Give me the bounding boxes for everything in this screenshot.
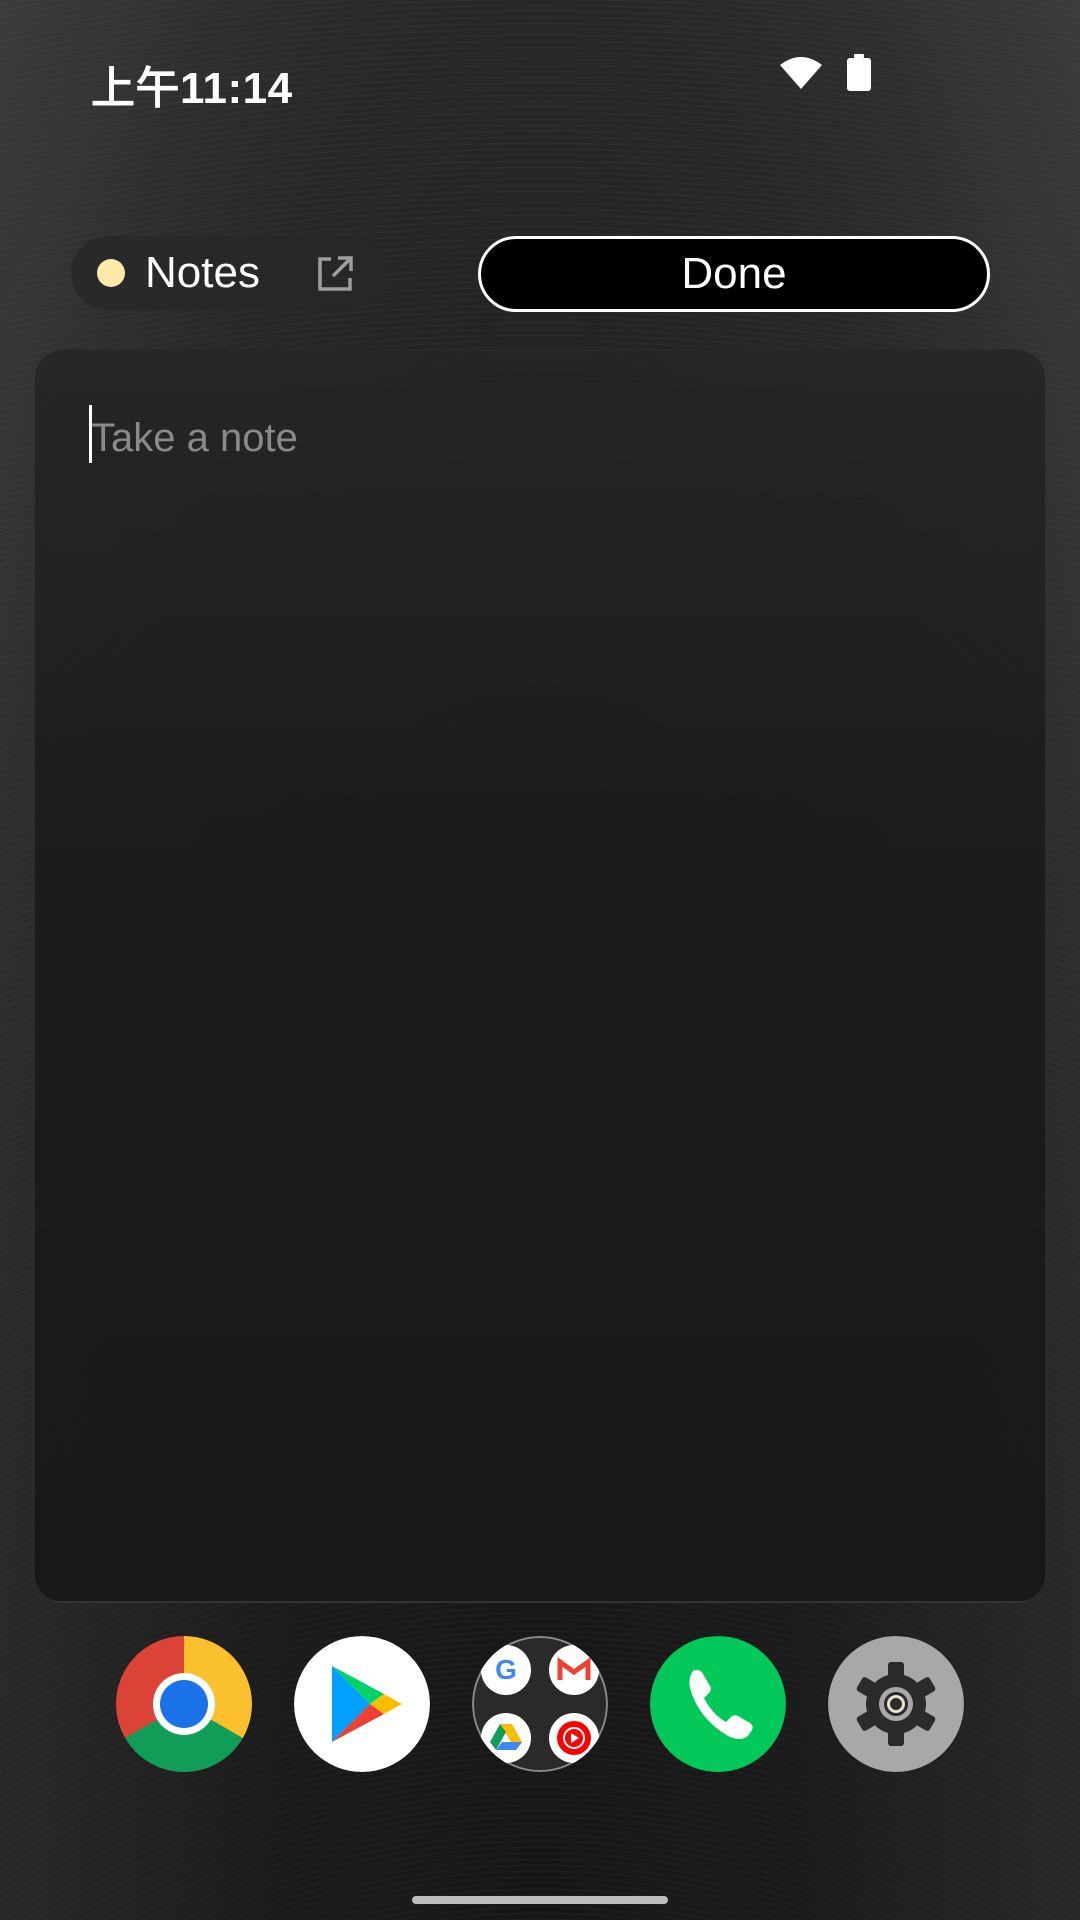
settings-icon[interactable] (828, 1636, 964, 1772)
text-caret (89, 405, 92, 463)
chrome-icon[interactable] (116, 1636, 252, 1772)
open-in-new-icon[interactable] (315, 254, 355, 299)
navigation-handle[interactable] (412, 1896, 668, 1904)
svg-text:G: G (495, 1654, 517, 1685)
youtube-music-icon (549, 1713, 599, 1763)
wifi-icon (778, 55, 824, 96)
play-store-icon[interactable] (294, 1636, 430, 1772)
note-input[interactable] (87, 403, 991, 473)
phone-icon[interactable] (650, 1636, 786, 1772)
drive-icon (481, 1713, 531, 1763)
google-icon: G (481, 1645, 531, 1695)
battery-icon (846, 54, 872, 97)
done-button[interactable]: Done (478, 236, 990, 312)
status-icons (778, 54, 872, 97)
gmail-icon (549, 1645, 599, 1695)
status-time: 上午11:14 (91, 64, 293, 113)
notes-app-label: Notes (145, 248, 260, 297)
note-card (33, 349, 1047, 1603)
google-apps-folder-icon[interactable]: G (472, 1636, 608, 1772)
notes-app-chip[interactable]: Notes (71, 236, 389, 310)
app-dock: G (0, 1636, 1080, 1772)
notes-color-dot (97, 259, 125, 287)
